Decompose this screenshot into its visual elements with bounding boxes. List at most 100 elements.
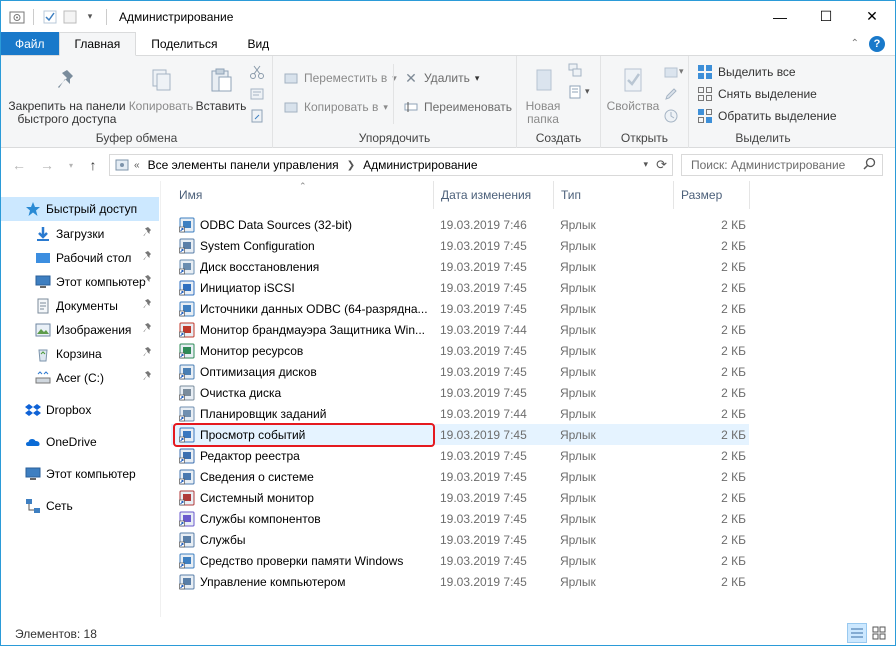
cut-icon[interactable] <box>249 64 265 80</box>
select-all-icon <box>697 64 713 80</box>
breadcrumb-administration[interactable]: Администрирование <box>363 158 477 172</box>
properties-check-icon[interactable] <box>42 9 58 25</box>
column-header-name[interactable]: Имя <box>171 181 433 209</box>
file-row[interactable]: Очистка диска 19.03.2019 7:45 Ярлык 2 КБ <box>171 382 749 403</box>
open-icon[interactable] <box>663 64 679 80</box>
pin-icon[interactable] <box>143 275 153 288</box>
column-header-type[interactable]: Тип <box>553 181 673 209</box>
nav-item[interactable]: Документы <box>1 294 159 318</box>
file-row[interactable]: Системный монитор 19.03.2019 7:45 Ярлык 2 К… <box>171 487 749 508</box>
column-divider[interactable] <box>749 181 750 209</box>
invert-selection-button[interactable]: Обратить выделение <box>697 108 837 124</box>
select-none-button[interactable]: Снять выделение <box>697 86 817 102</box>
nav-item[interactable]: Сеть <box>1 494 159 518</box>
status-bar: Элементов: 18 <box>1 623 895 645</box>
file-name-cell: Монитор брандмауэра Защитника Win... <box>179 322 429 338</box>
select-all-button[interactable]: Выделить все <box>697 64 796 80</box>
nav-item[interactable]: Этот компьютер <box>1 270 159 294</box>
column-header-date[interactable]: Дата изменения <box>433 181 553 209</box>
address-history-dropdown-icon[interactable]: ▾ <box>643 159 648 170</box>
forward-arrow-icon[interactable]: → <box>39 157 55 173</box>
file-row[interactable]: Монитор брандмауэра Защитника Win... 19.0… <box>171 319 749 340</box>
help-icon[interactable]: ? <box>869 35 885 52</box>
column-header-size[interactable]: Размер <box>673 181 749 209</box>
pin-icon[interactable] <box>143 347 153 360</box>
file-row[interactable]: Оптимизация дисков 19.03.2019 7:45 Ярлык 2 … <box>171 361 749 382</box>
collapse-ribbon-icon[interactable]: ⌃ <box>851 38 859 49</box>
file-row[interactable]: Сведения о системе 19.03.2019 7:45 Ярлык 2 … <box>171 466 749 487</box>
address-bar[interactable]: « Все элементы панели управления ❯ Админ… <box>109 154 673 176</box>
select-all-label: Выделить все <box>718 65 796 79</box>
large-icons-view-icon[interactable] <box>869 623 889 643</box>
file-row[interactable]: Источники данных ODBC (64-разрядна... 19.… <box>171 298 749 319</box>
file-row[interactable]: Средство проверки памяти Windows 19.03.20… <box>171 550 749 571</box>
open-dropdown-icon[interactable]: ▾ <box>679 66 684 77</box>
nav-item[interactable]: Загрузки <box>1 222 159 246</box>
pin-icon[interactable] <box>143 371 153 384</box>
refresh-icon[interactable]: ⟳ <box>656 157 667 173</box>
nav-item[interactable]: Быстрый доступ <box>1 197 159 221</box>
recent-locations-icon[interactable]: ▾ <box>63 157 79 173</box>
new-folder-button[interactable]: Новая папка <box>521 64 565 126</box>
file-name: Сведения о системе <box>200 469 314 484</box>
easy-access-dropdown-icon[interactable]: ▾ <box>585 86 590 97</box>
delete-button[interactable]: ✕ Удалить ▾ <box>403 70 479 86</box>
up-arrow-icon[interactable]: ↑ <box>85 157 101 173</box>
details-view-icon[interactable] <box>847 623 867 643</box>
file-row[interactable]: Редактор реестра 19.03.2019 7:45 Ярлык 2 КБ <box>171 445 749 466</box>
close-button[interactable]: ✕ <box>849 1 895 32</box>
customize-qa-dropdown-icon[interactable]: ▾ <box>82 9 98 25</box>
file-row[interactable]: Диск восстановления 19.03.2019 7:45 Ярлык 2… <box>171 256 749 277</box>
new-folder-qa-icon[interactable] <box>62 9 78 25</box>
breadcrumb-control-panel[interactable]: Все элементы панели управления <box>148 158 339 172</box>
app-settings-icon[interactable] <box>9 9 25 25</box>
breadcrumb-chevron-icon[interactable]: ❯ <box>347 160 355 171</box>
nav-item[interactable]: OneDrive <box>1 430 159 454</box>
file-type: Ярлык <box>560 238 596 253</box>
address-overflow[interactable]: « <box>134 160 140 171</box>
paste-button[interactable]: Вставить <box>193 64 249 113</box>
copy-path-icon[interactable] <box>249 86 265 102</box>
paste-shortcut-icon[interactable] <box>249 108 265 124</box>
minimize-button[interactable]: — <box>757 1 803 32</box>
rename-button[interactable]: Переименовать <box>403 99 512 115</box>
pin-icon[interactable] <box>143 323 153 336</box>
file-size: 2 КБ <box>721 490 746 505</box>
file-row[interactable]: Инициатор iSCSI 19.03.2019 7:45 Ярлык 2 КБ <box>171 277 749 298</box>
easy-access-icon[interactable] <box>567 84 583 100</box>
nav-item[interactable]: Acer (C:) <box>1 366 159 390</box>
new-item-icon[interactable] <box>567 62 583 78</box>
edit-icon[interactable] <box>663 86 679 102</box>
pane-divider[interactable] <box>160 181 161 617</box>
navigation-pane: Быстрый доступ Загрузки Рабочий стол Этот к… <box>1 197 161 617</box>
nav-item[interactable]: Этот компьютер <box>1 462 159 486</box>
copy-to-button[interactable]: Копировать в ▾ <box>283 99 388 115</box>
history-icon[interactable] <box>663 108 679 124</box>
file-row[interactable]: Службы компонентов 19.03.2019 7:45 Ярлык 2 … <box>171 508 749 529</box>
pin-icon[interactable] <box>143 251 153 264</box>
file-row[interactable]: Службы 19.03.2019 7:45 Ярлык 2 КБ <box>171 529 749 550</box>
move-to-button[interactable]: Переместить в ▾ <box>283 70 397 86</box>
pin-quick-access-button[interactable]: Закрепить на панели быстрого доступа <box>7 64 127 126</box>
file-name: Управление компьютером <box>200 574 346 589</box>
tab-home[interactable]: Главная <box>58 32 137 56</box>
nav-item[interactable]: Изображения <box>1 318 159 342</box>
file-row[interactable]: Монитор ресурсов 19.03.2019 7:45 Ярлык 2 КБ <box>171 340 749 361</box>
nav-item[interactable]: Рабочий стол <box>1 246 159 270</box>
maximize-button[interactable]: ☐ <box>803 1 849 32</box>
file-row[interactable]: Планировщик заданий 19.03.2019 7:44 Ярлык 2… <box>171 403 749 424</box>
pin-icon[interactable] <box>143 227 153 240</box>
tab-view[interactable]: Вид <box>232 32 284 55</box>
file-row[interactable]: System Configuration 19.03.2019 7:45 Ярлык… <box>171 235 749 256</box>
tab-share[interactable]: Поделиться <box>136 32 232 55</box>
back-arrow-icon[interactable]: ← <box>11 157 27 173</box>
nav-item[interactable]: Dropbox <box>1 398 159 422</box>
search-input[interactable]: Поиск: Администрирование <box>681 154 883 176</box>
file-row[interactable]: ODBC Data Sources (32-bit) 19.03.2019 7:4… <box>171 214 749 235</box>
tab-file[interactable]: Файл <box>1 32 59 55</box>
file-row[interactable]: Управление компьютером 19.03.2019 7:45 Ярл… <box>171 571 749 592</box>
copy-button[interactable]: Копировать <box>129 64 193 113</box>
properties-button[interactable]: Свойства <box>605 64 661 113</box>
nav-item[interactable]: Корзина <box>1 342 159 366</box>
pin-icon[interactable] <box>143 299 153 312</box>
